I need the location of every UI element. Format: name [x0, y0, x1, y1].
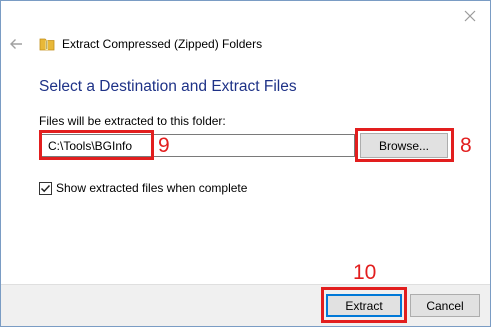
browse-step-number: 8 — [460, 134, 472, 157]
destination-label: Files will be extracted to this folder: — [39, 114, 226, 128]
show-files-checkbox[interactable] — [39, 181, 52, 195]
browse-button[interactable]: Browse... — [360, 133, 448, 158]
extract-button[interactable]: Extract — [326, 294, 402, 317]
show-files-label: Show extracted files when complete — [56, 181, 248, 195]
show-files-option[interactable]: Show extracted files when complete — [39, 181, 247, 195]
page-heading: Select a Destination and Extract Files — [39, 78, 297, 95]
destination-path-input[interactable] — [39, 134, 355, 157]
back-arrow-icon — [10, 39, 22, 49]
zip-folder-icon — [39, 38, 55, 51]
close-icon — [464, 10, 476, 22]
dialog-title: Extract Compressed (Zipped) Folders — [62, 37, 263, 51]
checkmark-icon — [40, 184, 51, 192]
destination-step-number: 9 — [158, 134, 170, 157]
close-button[interactable] — [456, 5, 484, 27]
extract-dialog: Extract Compressed (Zipped) Folders Sele… — [0, 0, 491, 327]
cancel-button[interactable]: Cancel — [410, 294, 480, 317]
back-button[interactable] — [7, 35, 25, 53]
extract-step-number: 10 — [353, 261, 377, 284]
dialog-titlebar: Extract Compressed (Zipped) Folders — [39, 36, 262, 52]
